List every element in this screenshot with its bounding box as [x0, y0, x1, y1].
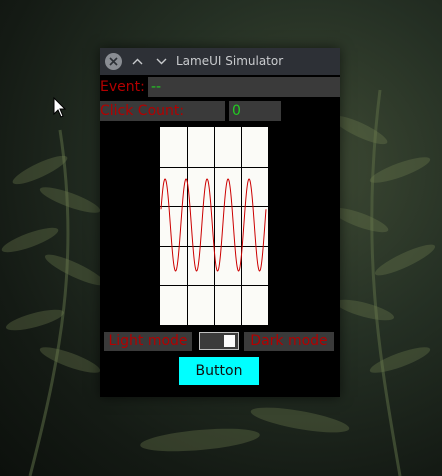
event-label: Event:	[100, 79, 145, 95]
click-count-value: 0	[232, 103, 241, 119]
sine-wave-line	[160, 178, 267, 272]
minimize-button[interactable]	[153, 53, 170, 70]
window-titlebar[interactable]: LameUI Simulator	[100, 48, 340, 75]
waveform-plot-svg	[160, 127, 268, 325]
mouse-cursor-icon	[53, 96, 67, 123]
main-button[interactable]: Button	[179, 357, 259, 385]
event-value: --	[151, 79, 162, 95]
dark-mode-label: Dark mode	[244, 332, 334, 351]
event-value-box	[148, 77, 340, 97]
click-count-label: Click Count:	[100, 103, 185, 119]
chevron-up-icon	[132, 58, 143, 65]
maximize-button[interactable]	[129, 53, 146, 70]
close-button[interactable]	[105, 53, 122, 70]
theme-toggle-switch[interactable]	[199, 332, 239, 350]
close-icon	[109, 57, 118, 66]
toggle-knob[interactable]	[224, 335, 235, 347]
light-mode-label: Light mode	[104, 332, 192, 351]
chevron-down-icon	[156, 58, 167, 65]
window-title: LameUI Simulator	[176, 54, 284, 68]
waveform-plot	[160, 127, 268, 325]
app-window: LameUI Simulator Event: -- Click Count: …	[100, 48, 340, 397]
